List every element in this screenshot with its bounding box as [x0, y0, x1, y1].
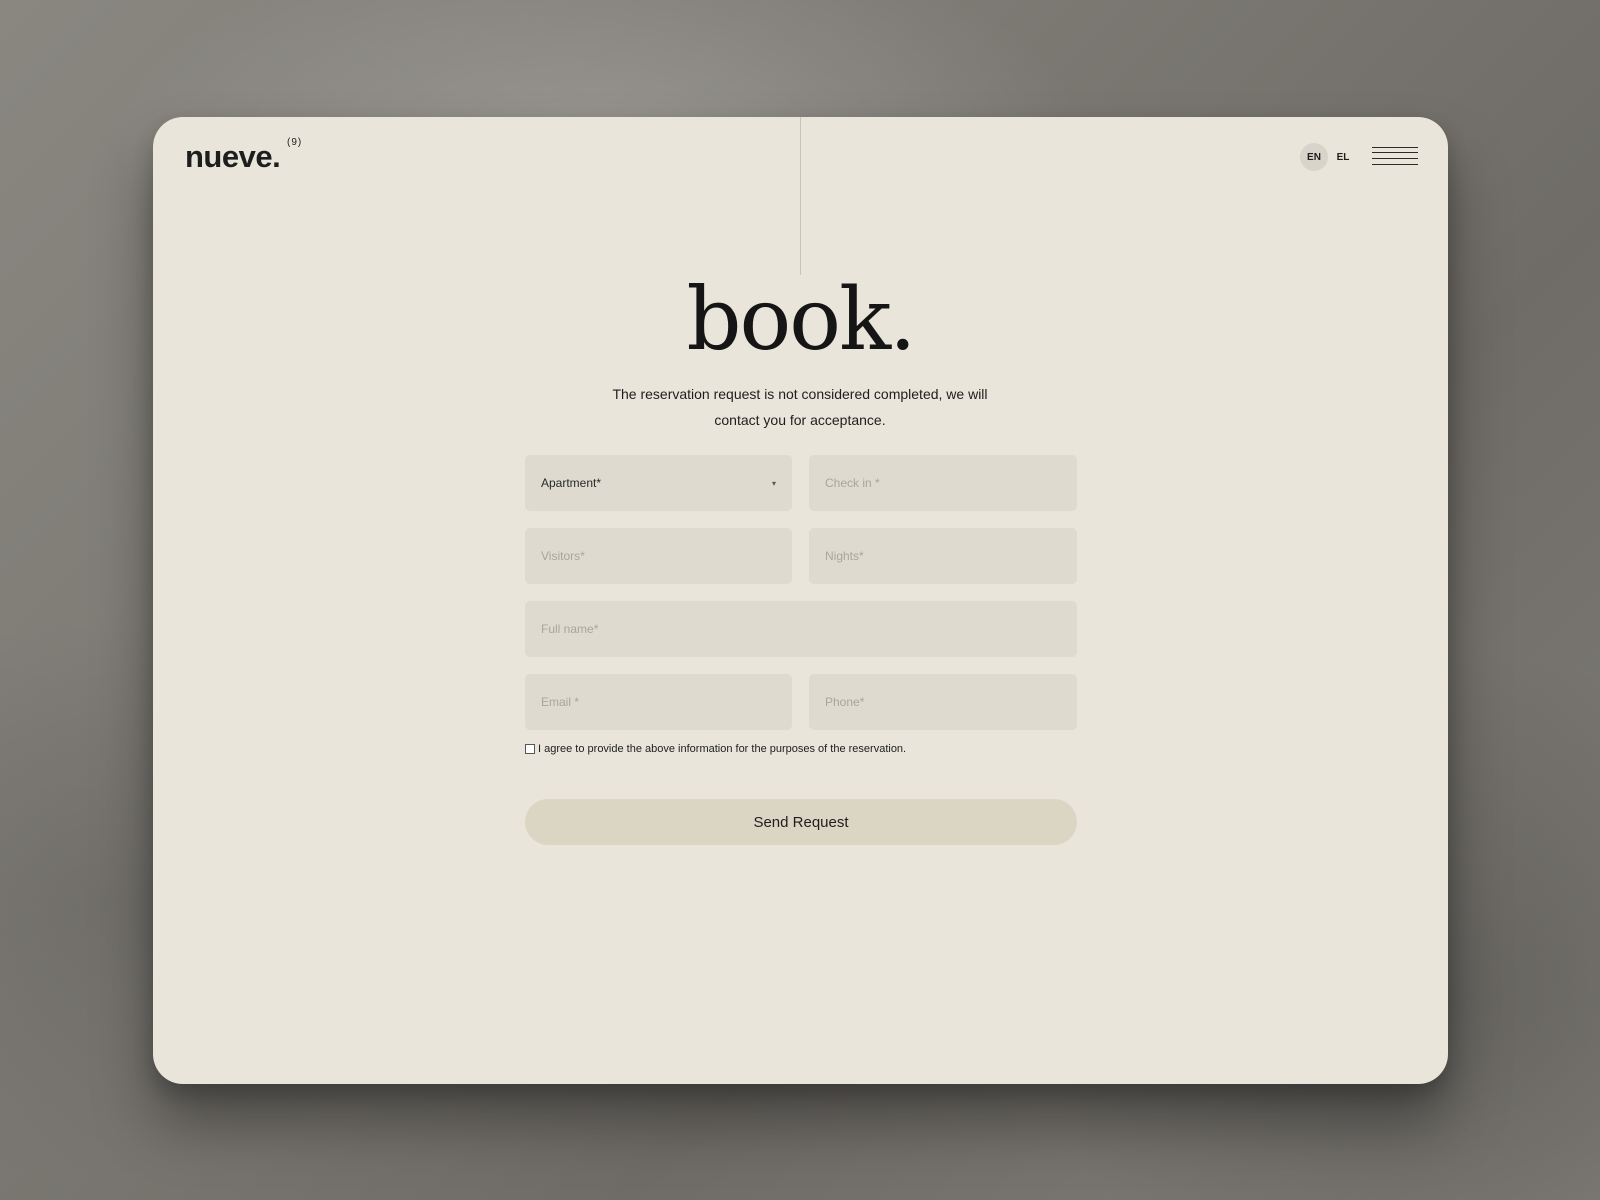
language-en-button[interactable]: EN: [1300, 143, 1328, 171]
checkin-input[interactable]: [825, 476, 1061, 490]
logo-superscript: (9): [287, 137, 303, 148]
page-title: book.: [686, 270, 916, 370]
email-input[interactable]: [541, 695, 776, 709]
logo[interactable]: nueve.: [185, 139, 281, 175]
nights-input[interactable]: [825, 549, 1061, 563]
checkin-field[interactable]: [809, 455, 1077, 511]
hamburger-menu-icon[interactable]: [1372, 147, 1418, 165]
apartment-select-label: Apartment*: [541, 476, 602, 490]
divider-line: [800, 117, 801, 275]
visitors-input[interactable]: [541, 549, 776, 563]
consent-row: I agree to provide the above information…: [525, 743, 906, 755]
consent-label: I agree to provide the above information…: [538, 743, 907, 755]
page-subtitle: The reservation request is not considere…: [612, 386, 988, 428]
nights-field[interactable]: [809, 528, 1077, 584]
language-el-button[interactable]: EL: [1329, 143, 1357, 171]
send-request-button[interactable]: Send Request: [525, 799, 1077, 845]
apartment-select[interactable]: Apartment* ▾: [525, 455, 792, 511]
fullname-input[interactable]: [541, 622, 1061, 636]
booking-card: nueve. (9) EN EL book. The reservation r…: [153, 117, 1448, 1084]
fullname-field[interactable]: [525, 601, 1077, 657]
chevron-down-icon: ▾: [771, 478, 776, 488]
visitors-field[interactable]: [525, 528, 792, 584]
consent-checkbox[interactable]: [525, 744, 535, 754]
email-field[interactable]: [525, 674, 792, 730]
phone-input[interactable]: [825, 695, 1061, 709]
phone-field[interactable]: [809, 674, 1077, 730]
